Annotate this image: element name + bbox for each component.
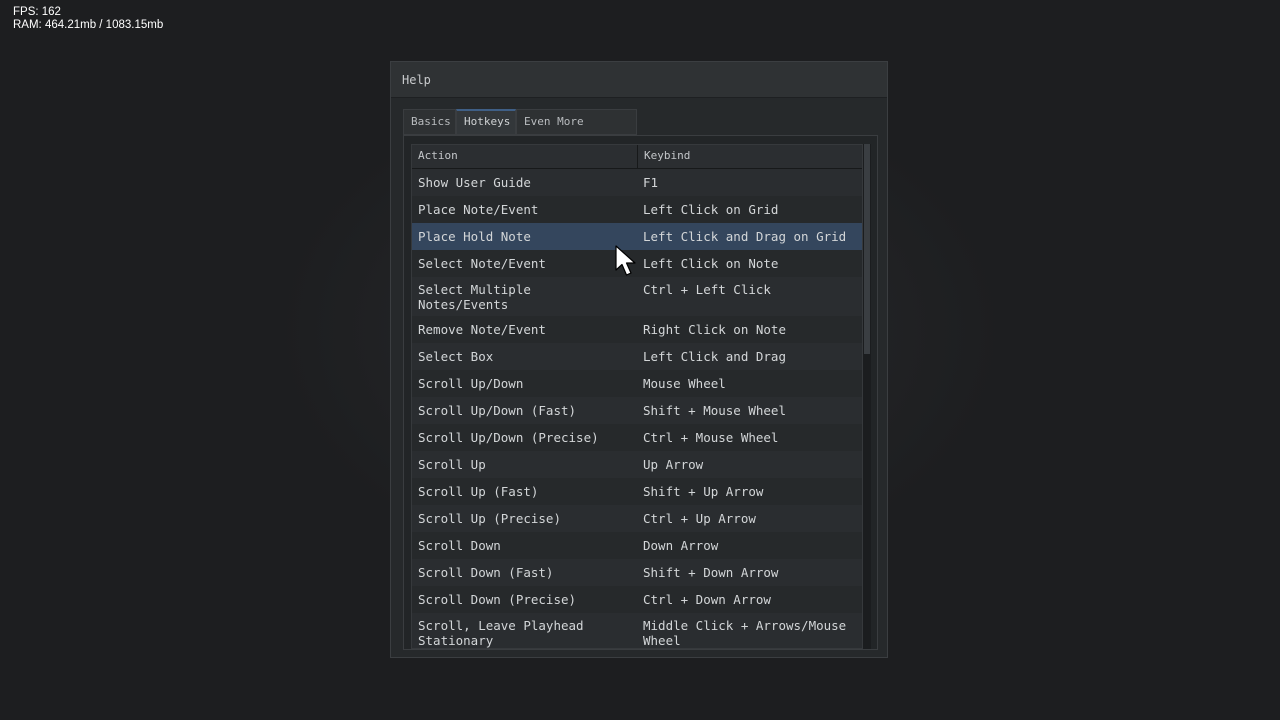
window-title: Help [402,73,431,87]
table-row[interactable]: Scroll Up (Precise) Ctrl + Up Arrow [412,505,862,532]
cell-action: Select Multiple Notes/Events [418,282,531,312]
cell-action: Place Note/Event [418,202,539,217]
cell-keybind: Left Click on Note [643,256,779,271]
tab-content-panel: Action Keybind Show User Guide F1 Place No… [403,135,878,650]
cell-action: Select Box [418,349,494,364]
table-row[interactable]: Select Multiple Notes/Events Ctrl + Left … [412,277,862,316]
table-row[interactable]: Scroll Up (Fast) Shift + Up Arrow [412,478,862,505]
table-row[interactable]: Scroll Down (Precise) Ctrl + Down Arrow [412,586,862,613]
cell-keybind: Shift + Down Arrow [643,565,779,580]
table-row[interactable]: Scroll Up/Down Mouse Wheel [412,370,862,397]
cell-keybind: Middle Click + Arrows/Mouse Wheel [643,618,847,648]
table-row[interactable]: Remove Note/Event Right Click on Note [412,316,862,343]
cell-keybind: Ctrl + Up Arrow [643,511,756,526]
cell-keybind: Shift + Up Arrow [643,484,764,499]
cell-keybind: Ctrl + Down Arrow [643,592,771,607]
scrollbar-thumb[interactable] [864,144,870,354]
cell-action: Scroll Up (Fast) [418,484,539,499]
tab-hotkeys[interactable]: Hotkeys [456,109,516,135]
ram-usage: RAM: 464.21mb / 1083.15mb [13,19,164,31]
cell-action: Select Note/Event [418,256,546,271]
cell-action: Scroll Up/Down (Precise) [418,430,599,445]
cell-keybind: Down Arrow [643,538,719,553]
cell-keybind: Ctrl + Left Click [643,282,771,297]
cell-keybind: F1 [643,175,659,190]
table-row[interactable]: Scroll Down (Fast) Shift + Down Arrow [412,559,862,586]
table-row[interactable]: Select Box Left Click and Drag [412,343,862,370]
performance-overlay: FPS: 162 RAM: 464.21mb / 1083.15mb [13,6,163,32]
table-scrollbar[interactable] [863,144,871,649]
table-row[interactable]: Scroll Up/Down (Fast) Shift + Mouse Wheel [412,397,862,424]
tab-basics[interactable]: Basics [403,109,456,135]
cell-keybind: Left Click and Drag on Grid [643,229,847,244]
window-titlebar[interactable]: Help [391,62,887,98]
cell-keybind: Mouse Wheel [643,376,726,391]
cell-action: Remove Note/Event [418,322,546,337]
table-header: Action Keybind [412,145,862,169]
hotkeys-table: Action Keybind Show User Guide F1 Place No… [411,144,863,649]
help-window: Help Basics Hotkeys Even More Details Ac… [390,61,888,658]
cell-keybind: Shift + Mouse Wheel [643,403,786,418]
table-row[interactable]: Scroll Up/Down (Precise) Ctrl + Mouse Whe… [412,424,862,451]
table-row[interactable]: Scroll Up Up Arrow [412,451,862,478]
cell-action: Scroll Down [418,538,501,553]
cell-action: Scroll Up [418,457,486,472]
column-header-keybind[interactable]: Keybind [637,145,862,168]
table-row[interactable]: Show User Guide F1 [412,169,862,196]
cell-keybind: Left Click on Grid [643,202,779,217]
cell-action: Show User Guide [418,175,531,190]
table-row[interactable]: Place Note/Event Left Click on Grid [412,196,862,223]
fps-counter: FPS: 162 [13,6,61,18]
cell-keybind: Left Click and Drag [643,349,786,364]
tab-even-more-details[interactable]: Even More Details [516,109,637,152]
cell-action: Scroll Up/Down [418,376,524,391]
cell-keybind: Right Click on Note [643,322,786,337]
cell-action: Scroll Up/Down (Fast) [418,403,577,418]
column-header-action[interactable]: Action [412,145,637,168]
cell-action: Scroll, Leave Playhead Stationary [418,618,584,648]
cell-keybind: Up Arrow [643,457,704,472]
cell-action: Scroll Down (Precise) [418,592,577,607]
table-row[interactable]: Scroll, Leave Playhead Stationary Middle … [412,613,862,648]
cell-action: Scroll Up (Precise) [418,511,561,526]
cell-action: Scroll Down (Fast) [418,565,554,580]
mouse-pointer-icon [615,245,636,276]
cell-action: Place Hold Note [418,229,531,244]
table-row[interactable]: Scroll Down Down Arrow [412,532,862,559]
cell-keybind: Ctrl + Mouse Wheel [643,430,779,445]
